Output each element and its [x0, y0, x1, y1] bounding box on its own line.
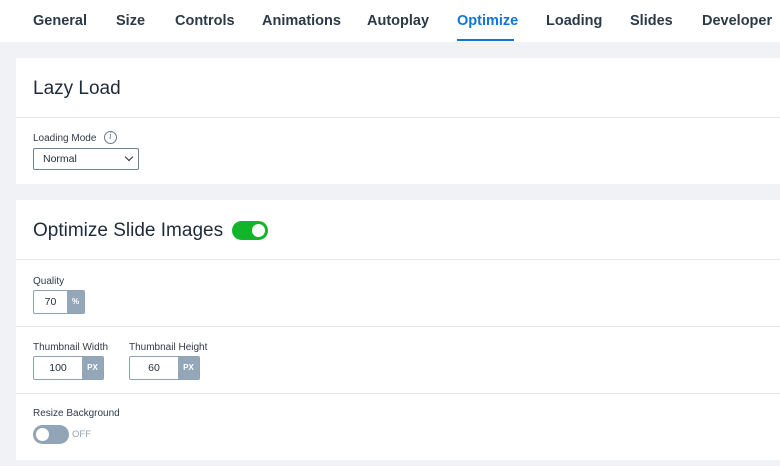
- active-tab-indicator: [457, 39, 514, 41]
- divider: [16, 393, 780, 394]
- tab-loading[interactable]: Loading: [546, 13, 602, 29]
- divider: [16, 117, 780, 118]
- thumbnail-width-value: 100: [49, 362, 67, 374]
- tab-controls[interactable]: Controls: [175, 13, 235, 29]
- quality-value: 70: [44, 296, 57, 308]
- toggle-knob: [36, 428, 49, 441]
- tab-developer[interactable]: Developer: [702, 13, 772, 29]
- tab-size[interactable]: Size: [116, 13, 145, 29]
- tab-autoplay[interactable]: Autoplay: [367, 13, 429, 29]
- optimize-images-title: Optimize Slide Images: [33, 220, 224, 241]
- thumbnail-height-value: 60: [148, 362, 160, 374]
- loading-mode-value: Normal: [43, 153, 77, 165]
- quality-label: Quality: [33, 276, 65, 287]
- divider: [16, 259, 780, 260]
- info-icon[interactable]: i: [104, 131, 117, 144]
- tab-slides[interactable]: Slides: [630, 13, 673, 29]
- divider: [16, 326, 780, 327]
- lazy-load-card: Lazy Load Loading Mode i Normal: [16, 58, 780, 184]
- thumbnail-width-unit: PX: [82, 357, 103, 379]
- thumbnail-width-label: Thumbnail Width: [33, 342, 109, 353]
- quality-field[interactable]: 70 %: [33, 290, 85, 314]
- thumbnail-width-field[interactable]: 100 PX: [33, 356, 104, 380]
- loading-mode-select[interactable]: Normal: [33, 148, 139, 170]
- thumbnail-height-field[interactable]: 60 PX: [129, 356, 200, 380]
- loading-mode-label: Loading Mode: [33, 133, 97, 144]
- tab-general[interactable]: General: [33, 13, 87, 29]
- thumbnail-height-label: Thumbnail Height: [129, 342, 208, 353]
- tab-animations[interactable]: Animations: [262, 13, 341, 29]
- optimize-images-card: Optimize Slide Images Quality 70 % Thumb…: [16, 200, 780, 460]
- resize-background-state: OFF: [72, 429, 91, 440]
- tab-optimize[interactable]: Optimize: [457, 13, 518, 29]
- chevron-down-icon: [124, 152, 134, 162]
- quality-unit: %: [67, 291, 84, 313]
- lazy-load-title: Lazy Load: [33, 78, 121, 99]
- resize-background-label: Resize Background: [33, 408, 120, 419]
- thumbnail-height-unit: PX: [178, 357, 199, 379]
- resize-background-toggle[interactable]: [33, 425, 69, 444]
- tab-bar: General Size Controls Animations Autopla…: [0, 0, 780, 42]
- toggle-knob: [252, 224, 265, 237]
- optimize-images-toggle[interactable]: [232, 221, 268, 240]
